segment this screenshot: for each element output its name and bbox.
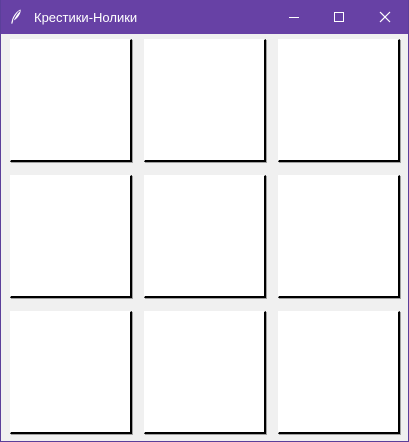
game-board: [1, 34, 408, 441]
close-icon: [379, 11, 391, 23]
maximize-icon: [333, 11, 345, 23]
board-cell-1[interactable]: [10, 39, 132, 162]
minimize-icon: [288, 11, 300, 23]
board-cell-3[interactable]: [278, 39, 400, 162]
maximize-button[interactable]: [316, 0, 362, 34]
board-cell-5[interactable]: [144, 175, 266, 298]
board-cell-7[interactable]: [10, 311, 132, 434]
board-cell-8[interactable]: [144, 311, 266, 434]
app-window: Крестики-Нолики: [0, 0, 409, 442]
board-cell-4[interactable]: [10, 175, 132, 298]
close-button[interactable]: [362, 0, 408, 34]
minimize-button[interactable]: [271, 0, 317, 34]
board-cell-9[interactable]: [278, 311, 400, 434]
board-cell-6[interactable]: [278, 175, 400, 298]
board-cell-2[interactable]: [144, 39, 266, 162]
window-title: Крестики-Нолики: [34, 10, 138, 25]
title-bar[interactable]: Крестики-Нолики: [1, 0, 408, 34]
feather-icon: [8, 8, 24, 26]
